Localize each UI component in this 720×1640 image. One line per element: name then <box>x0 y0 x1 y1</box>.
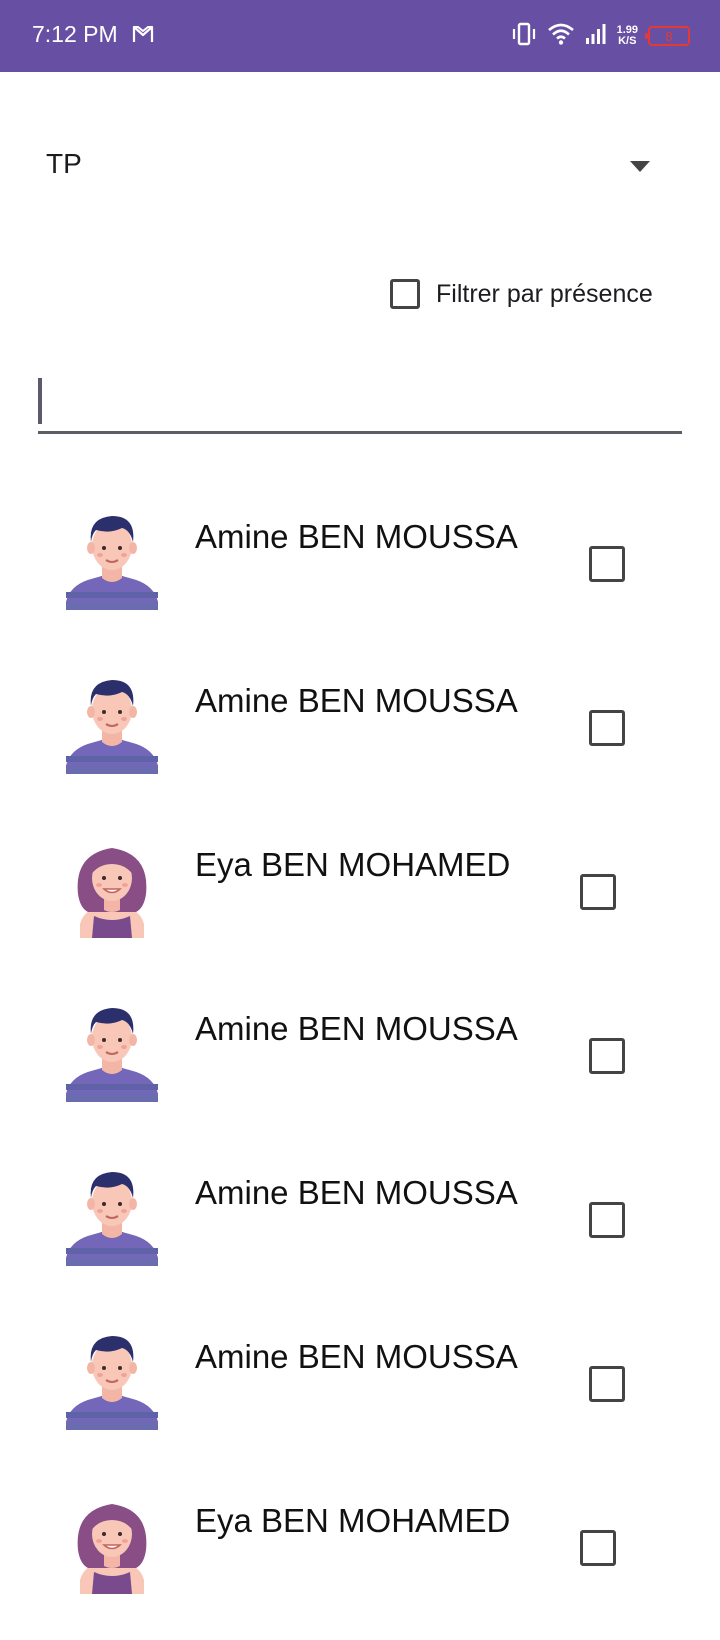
student-name: Eya BEN MOHAMED <box>195 846 511 883</box>
search-underline <box>38 431 682 434</box>
search-input[interactable] <box>48 378 672 426</box>
presence-filter[interactable]: Filtrer par présence <box>390 274 653 314</box>
status-icons: 1.99 K/S 8 <box>511 20 690 52</box>
student-name: Amine BEN MOUSSA <box>195 518 518 555</box>
list-item[interactable]: Amine BEN MOUSSA <box>0 984 720 1148</box>
network-speed-unit: K/S <box>618 35 637 47</box>
wifi-icon <box>547 22 575 51</box>
presence-checkbox[interactable] <box>589 1202 625 1238</box>
male-avatar-icon <box>66 506 158 610</box>
dropdown-arrow-icon <box>630 160 650 178</box>
vibrate-icon <box>511 21 537 52</box>
student-name: Amine BEN MOUSSA <box>195 1338 518 1375</box>
search-field[interactable] <box>38 370 682 434</box>
list-item[interactable]: Eya BEN MOHAMED <box>0 1476 720 1640</box>
group-dropdown[interactable]: TP <box>30 130 690 202</box>
student-name: Amine BEN MOUSSA <box>195 1010 518 1047</box>
male-avatar-icon <box>66 1326 158 1430</box>
network-speed: 1.99 K/S <box>617 25 638 47</box>
battery-level: 8 <box>665 28 673 44</box>
male-avatar-icon <box>66 1162 158 1266</box>
list-item[interactable]: Amine BEN MOUSSA <box>0 1148 720 1312</box>
student-name: Amine BEN MOUSSA <box>195 682 518 719</box>
signal-icon <box>585 23 607 50</box>
list-item[interactable]: Amine BEN MOUSSA <box>0 656 720 820</box>
student-list: Amine BEN MOUSSA Amine BEN MOUSSA Eya BE… <box>0 492 720 1640</box>
gmail-icon <box>132 24 154 49</box>
status-time: 7:12 PM <box>32 21 118 47</box>
presence-filter-checkbox[interactable] <box>390 279 420 309</box>
battery-icon: 8 <box>645 26 690 46</box>
female-avatar-icon <box>66 1490 158 1594</box>
female-avatar-icon <box>66 834 158 938</box>
student-name: Eya BEN MOHAMED <box>195 1502 511 1539</box>
list-item[interactable]: Amine BEN MOUSSA <box>0 492 720 656</box>
presence-checkbox[interactable] <box>589 546 625 582</box>
student-name: Amine BEN MOUSSA <box>195 1174 518 1211</box>
male-avatar-icon <box>66 998 158 1102</box>
presence-checkbox[interactable] <box>580 1530 616 1566</box>
status-bar: 7:12 PM 1.99 K/S 8 <box>0 0 720 72</box>
presence-checkbox[interactable] <box>580 874 616 910</box>
text-cursor <box>38 378 42 424</box>
presence-filter-label: Filtrer par présence <box>436 279 653 308</box>
presence-checkbox[interactable] <box>589 1366 625 1402</box>
presence-checkbox[interactable] <box>589 710 625 746</box>
list-item[interactable]: Amine BEN MOUSSA <box>0 1312 720 1476</box>
male-avatar-icon <box>66 670 158 774</box>
presence-checkbox[interactable] <box>589 1038 625 1074</box>
dropdown-selected-value: TP <box>46 148 82 179</box>
list-item[interactable]: Eya BEN MOHAMED <box>0 820 720 984</box>
